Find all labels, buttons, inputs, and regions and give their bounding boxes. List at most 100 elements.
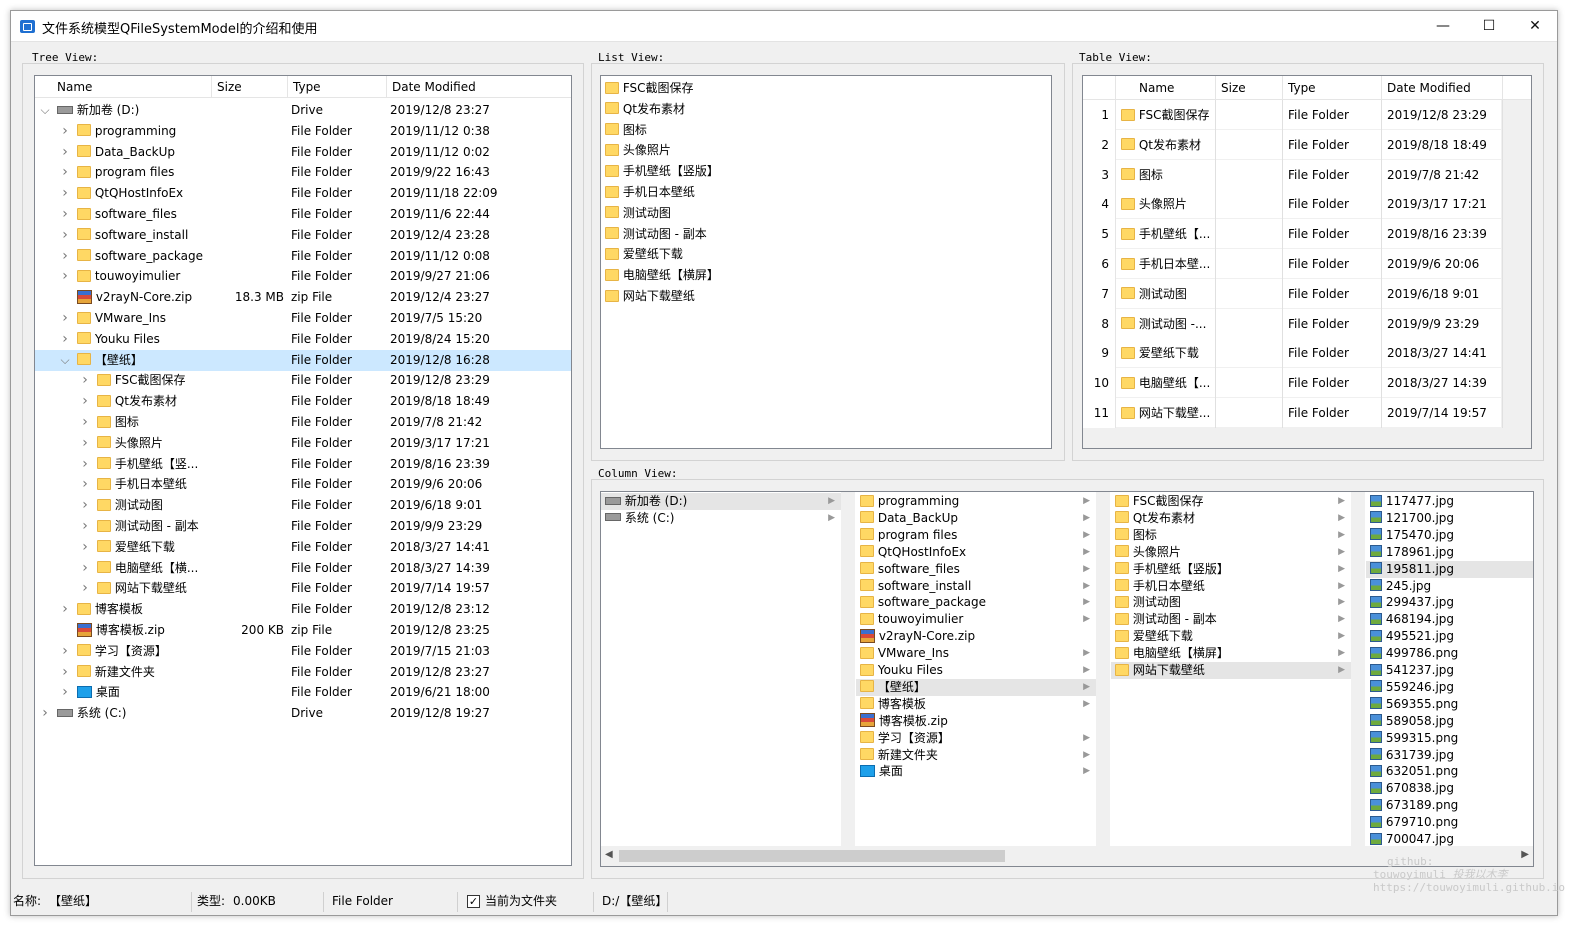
- tree-row[interactable]: 博客模板.zip 200 KB zip File 2019/12/8 23:25: [35, 620, 571, 641]
- table-row[interactable]: 1 FSC截图保存 File Folder 2019/12/8 23:29: [1083, 100, 1503, 130]
- column-item[interactable]: programming ▶: [856, 493, 1096, 510]
- tree-row[interactable]: › 系统 (C:) Drive 2019/12/8 19:27: [35, 703, 571, 724]
- tree-row[interactable]: › Youku Files File Folder 2019/8/24 15:20: [35, 329, 571, 350]
- chevron-right-icon[interactable]: ›: [79, 495, 91, 516]
- column-item[interactable]: 670838.jpg: [1366, 780, 1533, 797]
- chevron-right-icon[interactable]: ›: [79, 433, 91, 454]
- chevron-right-icon[interactable]: ›: [79, 454, 91, 475]
- tree-header-type[interactable]: Type: [288, 76, 387, 98]
- table-row[interactable]: 7 测试动图 File Folder 2019/6/18 9:01: [1083, 278, 1503, 309]
- column-item[interactable]: 495521.jpg: [1366, 628, 1533, 645]
- list-view[interactable]: FSC截图保存 Qt发布素材 图标 头像照片 手机壁纸【竖版】 手机日本壁纸 测…: [600, 75, 1052, 449]
- tree-view[interactable]: Name Size Type Date Modified ⌵ 新加卷 (D:) D…: [34, 75, 572, 866]
- chevron-right-icon[interactable]: ›: [39, 703, 51, 724]
- chevron-down-icon[interactable]: ⌵: [59, 350, 71, 371]
- column-item[interactable]: 175470.jpg: [1366, 527, 1533, 544]
- column-item[interactable]: 电脑壁纸【横屏】 ▶: [1111, 645, 1351, 662]
- column-item[interactable]: 新建文件夹 ▶: [856, 747, 1096, 764]
- chevron-right-icon[interactable]: ›: [59, 662, 71, 683]
- column-3-scrollbar[interactable]: [1351, 492, 1365, 846]
- tree-row[interactable]: › touwoyimulier File Folder 2019/9/27 21:0…: [35, 266, 571, 287]
- tree-row[interactable]: › software_package File Folder 2019/11/12 …: [35, 246, 571, 267]
- tree-row[interactable]: › 测试动图 - 副本 File Folder 2019/9/9 23:29: [35, 516, 571, 537]
- column-item[interactable]: software_package ▶: [856, 594, 1096, 611]
- tree-header-date[interactable]: Date Modified: [387, 76, 571, 98]
- tree-row[interactable]: ⌵ 【壁纸】 File Folder 2019/12/8 16:28: [35, 349, 571, 371]
- column-item[interactable]: 541237.jpg: [1366, 662, 1533, 679]
- table-header-size[interactable]: Size: [1216, 76, 1283, 100]
- tree-row[interactable]: › 头像照片 File Folder 2019/3/17 17:21: [35, 433, 571, 454]
- column-item[interactable]: 559246.jpg: [1366, 679, 1533, 696]
- table-view[interactable]: Name Size Type Date Modified 1 FSC截图保存 Fi…: [1082, 75, 1532, 449]
- table-row[interactable]: 3 图标 File Folder 2019/7/8 21:42: [1083, 159, 1503, 190]
- column-item[interactable]: 121700.jpg: [1366, 510, 1533, 527]
- is-dir-checkbox[interactable]: ✓: [467, 895, 480, 908]
- chevron-right-icon[interactable]: ›: [59, 266, 71, 287]
- chevron-right-icon[interactable]: ›: [59, 329, 71, 350]
- table-header-date[interactable]: Date Modified: [1382, 76, 1503, 100]
- tree-row[interactable]: › QtQHostInfoEx File Folder 2019/11/18 22:…: [35, 183, 571, 204]
- chevron-right-icon[interactable]: ›: [79, 412, 91, 433]
- column-item[interactable]: Youku Files ▶: [856, 662, 1096, 679]
- column-item[interactable]: 632051.png: [1366, 763, 1533, 780]
- column-item[interactable]: 博客模板.zip: [856, 713, 1096, 730]
- table-row[interactable]: 4 头像照片 File Folder 2019/3/17 17:21: [1083, 189, 1503, 220]
- table-row[interactable]: 8 测试动图 -... File Folder 2019/9/9 23:29: [1083, 308, 1503, 339]
- column-item[interactable]: 117477.jpg: [1366, 493, 1533, 510]
- close-button[interactable]: ✕: [1512, 11, 1558, 42]
- chevron-right-icon[interactable]: ›: [79, 578, 91, 599]
- list-item[interactable]: 图标: [605, 120, 647, 141]
- column-item[interactable]: Qt发布素材 ▶: [1111, 510, 1351, 527]
- chevron-down-icon[interactable]: ⌵: [39, 100, 51, 121]
- column-item[interactable]: 新加卷 (D:) ▶: [601, 493, 841, 510]
- chevron-right-icon[interactable]: ›: [59, 599, 71, 620]
- column-item[interactable]: FSC截图保存 ▶: [1111, 493, 1351, 510]
- column-item[interactable]: software_files ▶: [856, 561, 1096, 578]
- column-item[interactable]: QtQHostInfoEx ▶: [856, 544, 1096, 561]
- table-header-name[interactable]: Name: [1134, 76, 1216, 100]
- column-item[interactable]: v2rayN-Core.zip: [856, 628, 1096, 645]
- tree-row[interactable]: › 测试动图 File Folder 2019/6/18 9:01: [35, 495, 571, 516]
- chevron-right-icon[interactable]: ›: [59, 682, 71, 703]
- column-item[interactable]: 599315.png: [1366, 730, 1533, 747]
- list-item[interactable]: 手机日本壁纸: [605, 182, 695, 203]
- list-item[interactable]: 测试动图: [605, 203, 671, 224]
- tree-row[interactable]: › software_files File Folder 2019/11/6 22:…: [35, 204, 571, 225]
- tree-row[interactable]: › Qt发布素材 File Folder 2019/8/18 18:49: [35, 391, 571, 412]
- column-item[interactable]: 网站下载壁纸 ▶: [1111, 662, 1351, 679]
- column-item[interactable]: program files ▶: [856, 527, 1096, 544]
- column-item[interactable]: 673189.png: [1366, 797, 1533, 814]
- tree-row[interactable]: › 新建文件夹 File Folder 2019/12/8 23:27: [35, 662, 571, 683]
- tree-row[interactable]: v2rayN-Core.zip 18.3 MB zip File 2019/12/4 …: [35, 287, 571, 308]
- column-item[interactable]: 手机壁纸【竖版】 ▶: [1111, 561, 1351, 578]
- column-1-scrollbar[interactable]: [841, 492, 855, 846]
- column-item[interactable]: 468194.jpg: [1366, 611, 1533, 628]
- chevron-right-icon[interactable]: ›: [59, 121, 71, 142]
- tree-row[interactable]: › 图标 File Folder 2019/7/8 21:42: [35, 412, 571, 433]
- table-row[interactable]: 6 手机日本壁... File Folder 2019/9/6 20:06: [1083, 249, 1503, 279]
- chevron-right-icon[interactable]: ›: [79, 558, 91, 579]
- maximize-button[interactable]: ☐: [1466, 11, 1512, 42]
- tree-row[interactable]: › FSC截图保存 File Folder 2019/12/8 23:29: [35, 370, 571, 391]
- tree-row[interactable]: › Data_BackUp File Folder 2019/11/12 0:02: [35, 142, 571, 163]
- tree-row[interactable]: ⌵ 新加卷 (D:) Drive 2019/12/8 23:27: [35, 100, 571, 121]
- tree-row[interactable]: › 电脑壁纸【横... File Folder 2018/3/27 14:39: [35, 558, 571, 579]
- column-item[interactable]: 569355.png: [1366, 696, 1533, 713]
- list-item[interactable]: 爱壁纸下载: [605, 244, 683, 265]
- list-item[interactable]: 测试动图 - 副本: [605, 224, 707, 245]
- column-view[interactable]: 新加卷 (D:) ▶ 系统 (C:) ▶ programming ▶ Data_Bac…: [600, 491, 1534, 867]
- tree-row[interactable]: › VMware_Ins File Folder 2019/7/5 15:20: [35, 308, 571, 329]
- tree-row[interactable]: › 学习【资源】 File Folder 2019/7/15 21:03: [35, 641, 571, 662]
- column-item[interactable]: touwoyimulier ▶: [856, 611, 1096, 628]
- chevron-right-icon[interactable]: ›: [79, 516, 91, 537]
- table-row[interactable]: 5 手机壁纸【... File Folder 2019/8/16 23:39: [1083, 219, 1503, 250]
- table-header-type[interactable]: Type: [1283, 76, 1382, 100]
- table-row[interactable]: 10 电脑壁纸【... File Folder 2018/3/27 14:39: [1083, 368, 1503, 399]
- column-item[interactable]: 499786.png: [1366, 645, 1533, 662]
- column-item[interactable]: 631739.jpg: [1366, 747, 1533, 764]
- minimize-button[interactable]: —: [1420, 11, 1466, 42]
- tree-row[interactable]: › programming File Folder 2019/11/12 0:38: [35, 121, 571, 142]
- chevron-right-icon[interactable]: ›: [59, 641, 71, 662]
- column-item[interactable]: software_install ▶: [856, 578, 1096, 595]
- tree-row[interactable]: › software_install File Folder 2019/12/4 2…: [35, 225, 571, 246]
